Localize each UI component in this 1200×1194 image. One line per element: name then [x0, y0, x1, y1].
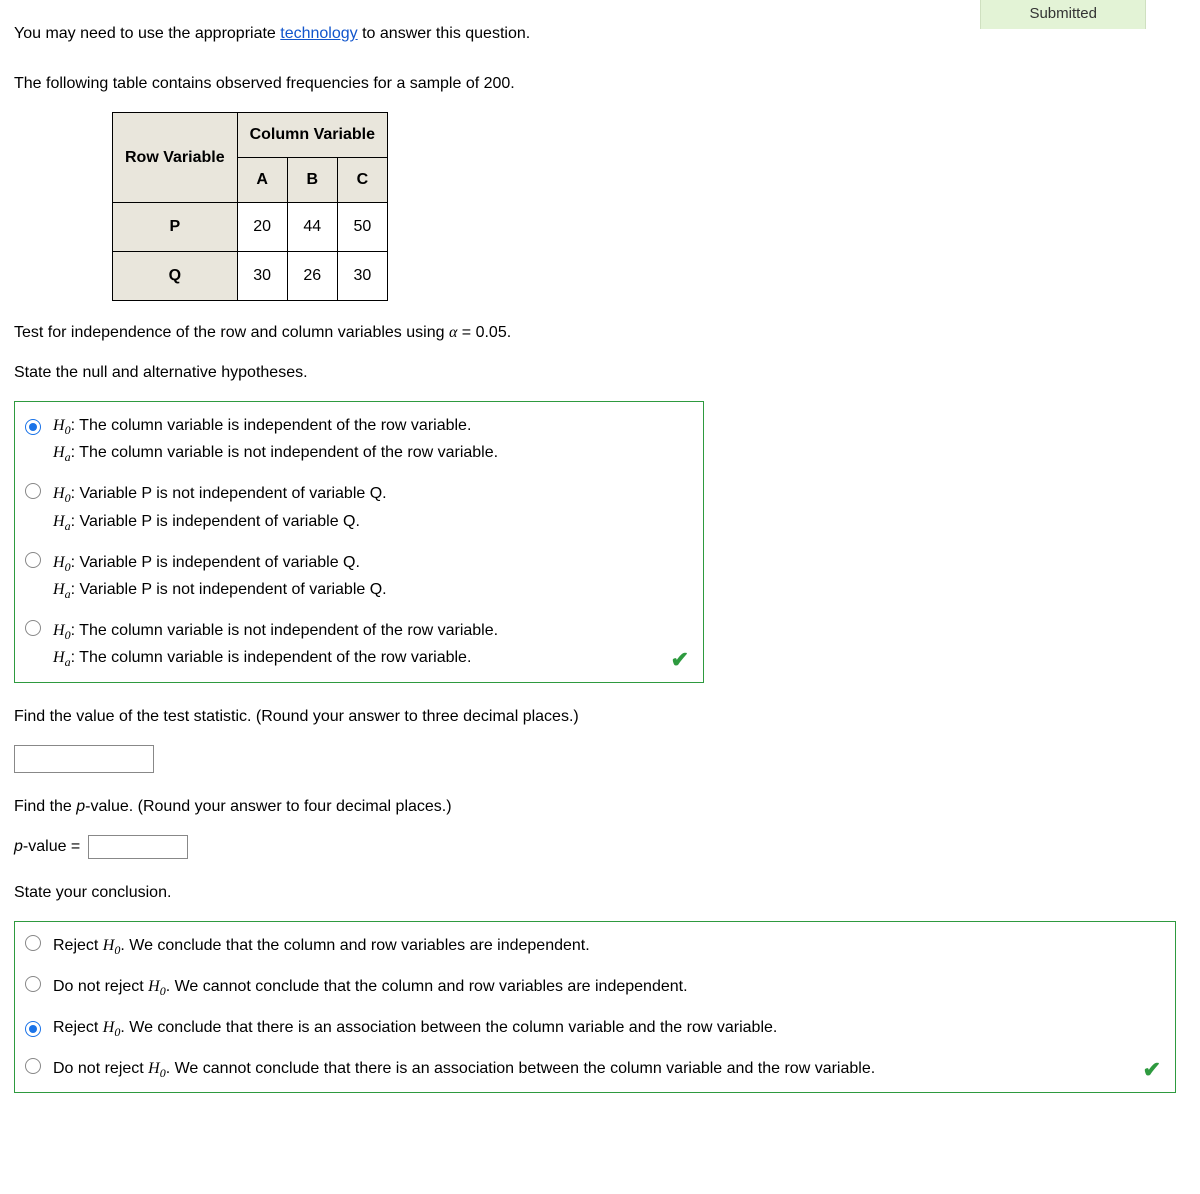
correct-icon: ✔ [671, 643, 689, 676]
radio-icon[interactable] [25, 1021, 41, 1037]
radio-icon[interactable] [25, 976, 41, 992]
pvalue-label: p-value = [14, 835, 80, 859]
row-variable-header: Row Variable [113, 113, 238, 203]
intro-text: You may need to use the appropriate tech… [14, 22, 980, 46]
q1-choices: H0: The column variable is independent o… [14, 401, 704, 683]
test-statistic-input[interactable] [14, 745, 154, 773]
table-row: Q 30 26 30 [113, 252, 388, 301]
q4-prompt: State your conclusion. [14, 881, 1186, 905]
radio-icon[interactable] [25, 552, 41, 568]
correct-icon: ✔ [1143, 1053, 1161, 1086]
radio-icon[interactable] [25, 935, 41, 951]
q1-option-2[interactable]: H0: Variable P is independent of variabl… [15, 539, 703, 607]
status-badge: Submitted [980, 0, 1146, 29]
col-b: B [287, 158, 337, 203]
technology-link[interactable]: technology [280, 25, 357, 42]
q4-option-2[interactable]: Reject H0. We conclude that there is an … [15, 1004, 1175, 1045]
table-intro: The following table contains observed fr… [14, 72, 1186, 96]
q3-prompt: Find the p-value. (Round your answer to … [14, 795, 1186, 819]
q4-option-3[interactable]: Do not reject H0. We cannot conclude tha… [15, 1045, 1175, 1086]
radio-icon[interactable] [25, 620, 41, 636]
col-c: C [337, 158, 387, 203]
q1-option-1[interactable]: H0: Variable P is not independent of var… [15, 470, 703, 538]
pvalue-input[interactable] [88, 835, 188, 859]
radio-icon[interactable] [25, 483, 41, 499]
q2-prompt: Find the value of the test statistic. (R… [14, 705, 1186, 729]
frequency-table: Row Variable Column Variable A B C P 20 … [112, 112, 388, 301]
q1-option-3[interactable]: H0: The column variable is not independe… [15, 607, 703, 675]
q1-option-0[interactable]: H0: The column variable is independent o… [15, 402, 703, 470]
q1-prompt: State the null and alternative hypothese… [14, 361, 1186, 385]
radio-icon[interactable] [25, 419, 41, 435]
test-instruction: Test for independence of the row and col… [14, 321, 1186, 345]
col-a: A [237, 158, 287, 203]
column-variable-header: Column Variable [237, 113, 387, 158]
radio-icon[interactable] [25, 1058, 41, 1074]
q4-option-0[interactable]: Reject H0. We conclude that the column a… [15, 922, 1175, 963]
table-row: P 20 44 50 [113, 203, 388, 252]
q4-option-1[interactable]: Do not reject H0. We cannot conclude tha… [15, 963, 1175, 1004]
q4-choices: Reject H0. We conclude that the column a… [14, 921, 1176, 1094]
